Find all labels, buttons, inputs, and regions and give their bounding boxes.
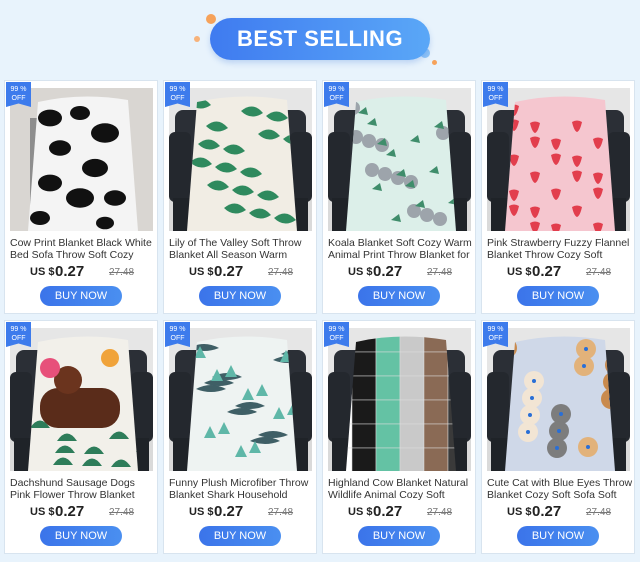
product-card[interactable]: 99 % OFF Pink Strawberry Fuzzy Flannel B… (481, 80, 635, 314)
sale-price: 0.27 (55, 503, 85, 520)
decor-dot (194, 36, 200, 42)
discount-off: OFF (329, 335, 344, 342)
product-image[interactable] (10, 88, 153, 231)
page-title: BEST SELLING (236, 26, 404, 51)
header: BEST SELLING (0, 0, 640, 78)
sale-price: 0.27 (373, 503, 403, 520)
sale-price: 0.27 (373, 263, 403, 280)
discount-percent: 99 % (487, 86, 504, 93)
buy-now-button[interactable]: BUY NOW (40, 526, 122, 546)
original-price: 27.48 (268, 267, 294, 278)
currency-label: US $ (189, 266, 214, 278)
buy-now-button[interactable]: BUY NOW (40, 286, 122, 306)
product-card[interactable]: 99 % OFF Lily of The Valley Soft Throw B… (163, 80, 317, 314)
discount-percent: 99 % (487, 326, 504, 333)
currency-label: US $ (30, 506, 55, 518)
product-card[interactable]: 99 % OFF Funny Plush Microfiber Throw Bl… (163, 320, 317, 554)
discount-percent: 99 % (169, 326, 186, 333)
discount-off: OFF (170, 335, 185, 342)
original-price: 27.48 (427, 267, 453, 278)
decor-dot (432, 60, 437, 65)
sale-price: 0.27 (532, 503, 562, 520)
discount-percent: 99 % (328, 326, 345, 333)
product-image[interactable] (169, 328, 312, 471)
discount-off: OFF (488, 95, 503, 102)
price-row: US $ 0.27 27.48 (164, 263, 316, 281)
discount-off: OFF (170, 95, 185, 102)
currency-label: US $ (507, 506, 532, 518)
discount-off: OFF (329, 95, 344, 102)
product-image[interactable] (487, 88, 630, 231)
product-card[interactable]: 99 % OFF Cute Cat with Blue Eyes Throw B… (481, 320, 635, 554)
currency-label: US $ (189, 506, 214, 518)
original-price: 27.48 (109, 507, 135, 518)
decor-dot (206, 14, 216, 24)
original-price: 27.48 (586, 267, 612, 278)
product-card[interactable]: 99 % OFF Highland Cow Blanket Natural Wi… (322, 320, 476, 554)
product-title[interactable]: Cute Cat with Blue Eyes Throw Blanket Co… (487, 477, 633, 501)
product-title[interactable]: Funny Plush Microfiber Throw Blanket Sha… (169, 477, 315, 501)
product-grid: 99 % OFF Cow Print Blanket Black White B… (4, 80, 636, 558)
product-title[interactable]: Lily of The Valley Soft Throw Blanket Al… (169, 237, 315, 261)
discount-off: OFF (11, 335, 26, 342)
product-card[interactable]: 99 % OFF Cow Print Blanket Black White B… (4, 80, 158, 314)
product-card[interactable]: 99 % OFF Koala Blanket Soft Cozy Warm An… (322, 80, 476, 314)
product-image[interactable] (328, 88, 471, 231)
original-price: 27.48 (109, 267, 135, 278)
product-title[interactable]: Koala Blanket Soft Cozy Warm Animal Prin… (328, 237, 474, 261)
currency-label: US $ (348, 506, 373, 518)
discount-badge: 99 % OFF (483, 82, 508, 107)
buy-now-button[interactable]: BUY NOW (358, 526, 440, 546)
currency-label: US $ (348, 266, 373, 278)
sale-price: 0.27 (532, 263, 562, 280)
sale-price: 0.27 (55, 263, 85, 280)
buy-now-button[interactable]: BUY NOW (199, 286, 281, 306)
product-title[interactable]: Dachshund Sausage Dogs Pink Flower Throw… (10, 477, 156, 501)
discount-percent: 99 % (169, 86, 186, 93)
price-row: US $ 0.27 27.48 (5, 263, 157, 281)
discount-off: OFF (11, 95, 26, 102)
buy-now-button[interactable]: BUY NOW (517, 526, 599, 546)
discount-percent: 99 % (10, 86, 27, 93)
product-image[interactable] (10, 328, 153, 471)
currency-label: US $ (507, 266, 532, 278)
price-row: US $ 0.27 27.48 (482, 503, 634, 521)
product-image[interactable] (487, 328, 630, 471)
product-title[interactable]: Cow Print Blanket Black White Bed Sofa T… (10, 237, 156, 261)
price-row: US $ 0.27 27.48 (5, 503, 157, 521)
product-title[interactable]: Highland Cow Blanket Natural Wildlife An… (328, 477, 474, 501)
price-row: US $ 0.27 27.48 (323, 263, 475, 281)
discount-badge: 99 % OFF (165, 322, 190, 347)
best-selling-banner: BEST SELLING (210, 18, 430, 60)
sale-price: 0.27 (214, 263, 244, 280)
discount-badge: 99 % OFF (6, 82, 31, 107)
price-row: US $ 0.27 27.48 (164, 503, 316, 521)
discount-badge: 99 % OFF (483, 322, 508, 347)
sale-price: 0.27 (214, 503, 244, 520)
buy-now-button[interactable]: BUY NOW (517, 286, 599, 306)
original-price: 27.48 (586, 507, 612, 518)
discount-percent: 99 % (328, 86, 345, 93)
price-row: US $ 0.27 27.48 (323, 503, 475, 521)
discount-badge: 99 % OFF (324, 322, 349, 347)
currency-label: US $ (30, 266, 55, 278)
product-title[interactable]: Pink Strawberry Fuzzy Flannel Blanket Th… (487, 237, 633, 261)
original-price: 27.48 (268, 507, 294, 518)
price-row: US $ 0.27 27.48 (482, 263, 634, 281)
discount-percent: 99 % (10, 326, 27, 333)
discount-badge: 99 % OFF (324, 82, 349, 107)
product-card[interactable]: 99 % OFF Dachshund Sausage Dogs Pink Flo… (4, 320, 158, 554)
buy-now-button[interactable]: BUY NOW (358, 286, 440, 306)
discount-badge: 99 % OFF (6, 322, 31, 347)
buy-now-button[interactable]: BUY NOW (199, 526, 281, 546)
product-image[interactable] (328, 328, 471, 471)
discount-badge: 99 % OFF (165, 82, 190, 107)
product-image[interactable] (169, 88, 312, 231)
discount-off: OFF (488, 335, 503, 342)
original-price: 27.48 (427, 507, 453, 518)
